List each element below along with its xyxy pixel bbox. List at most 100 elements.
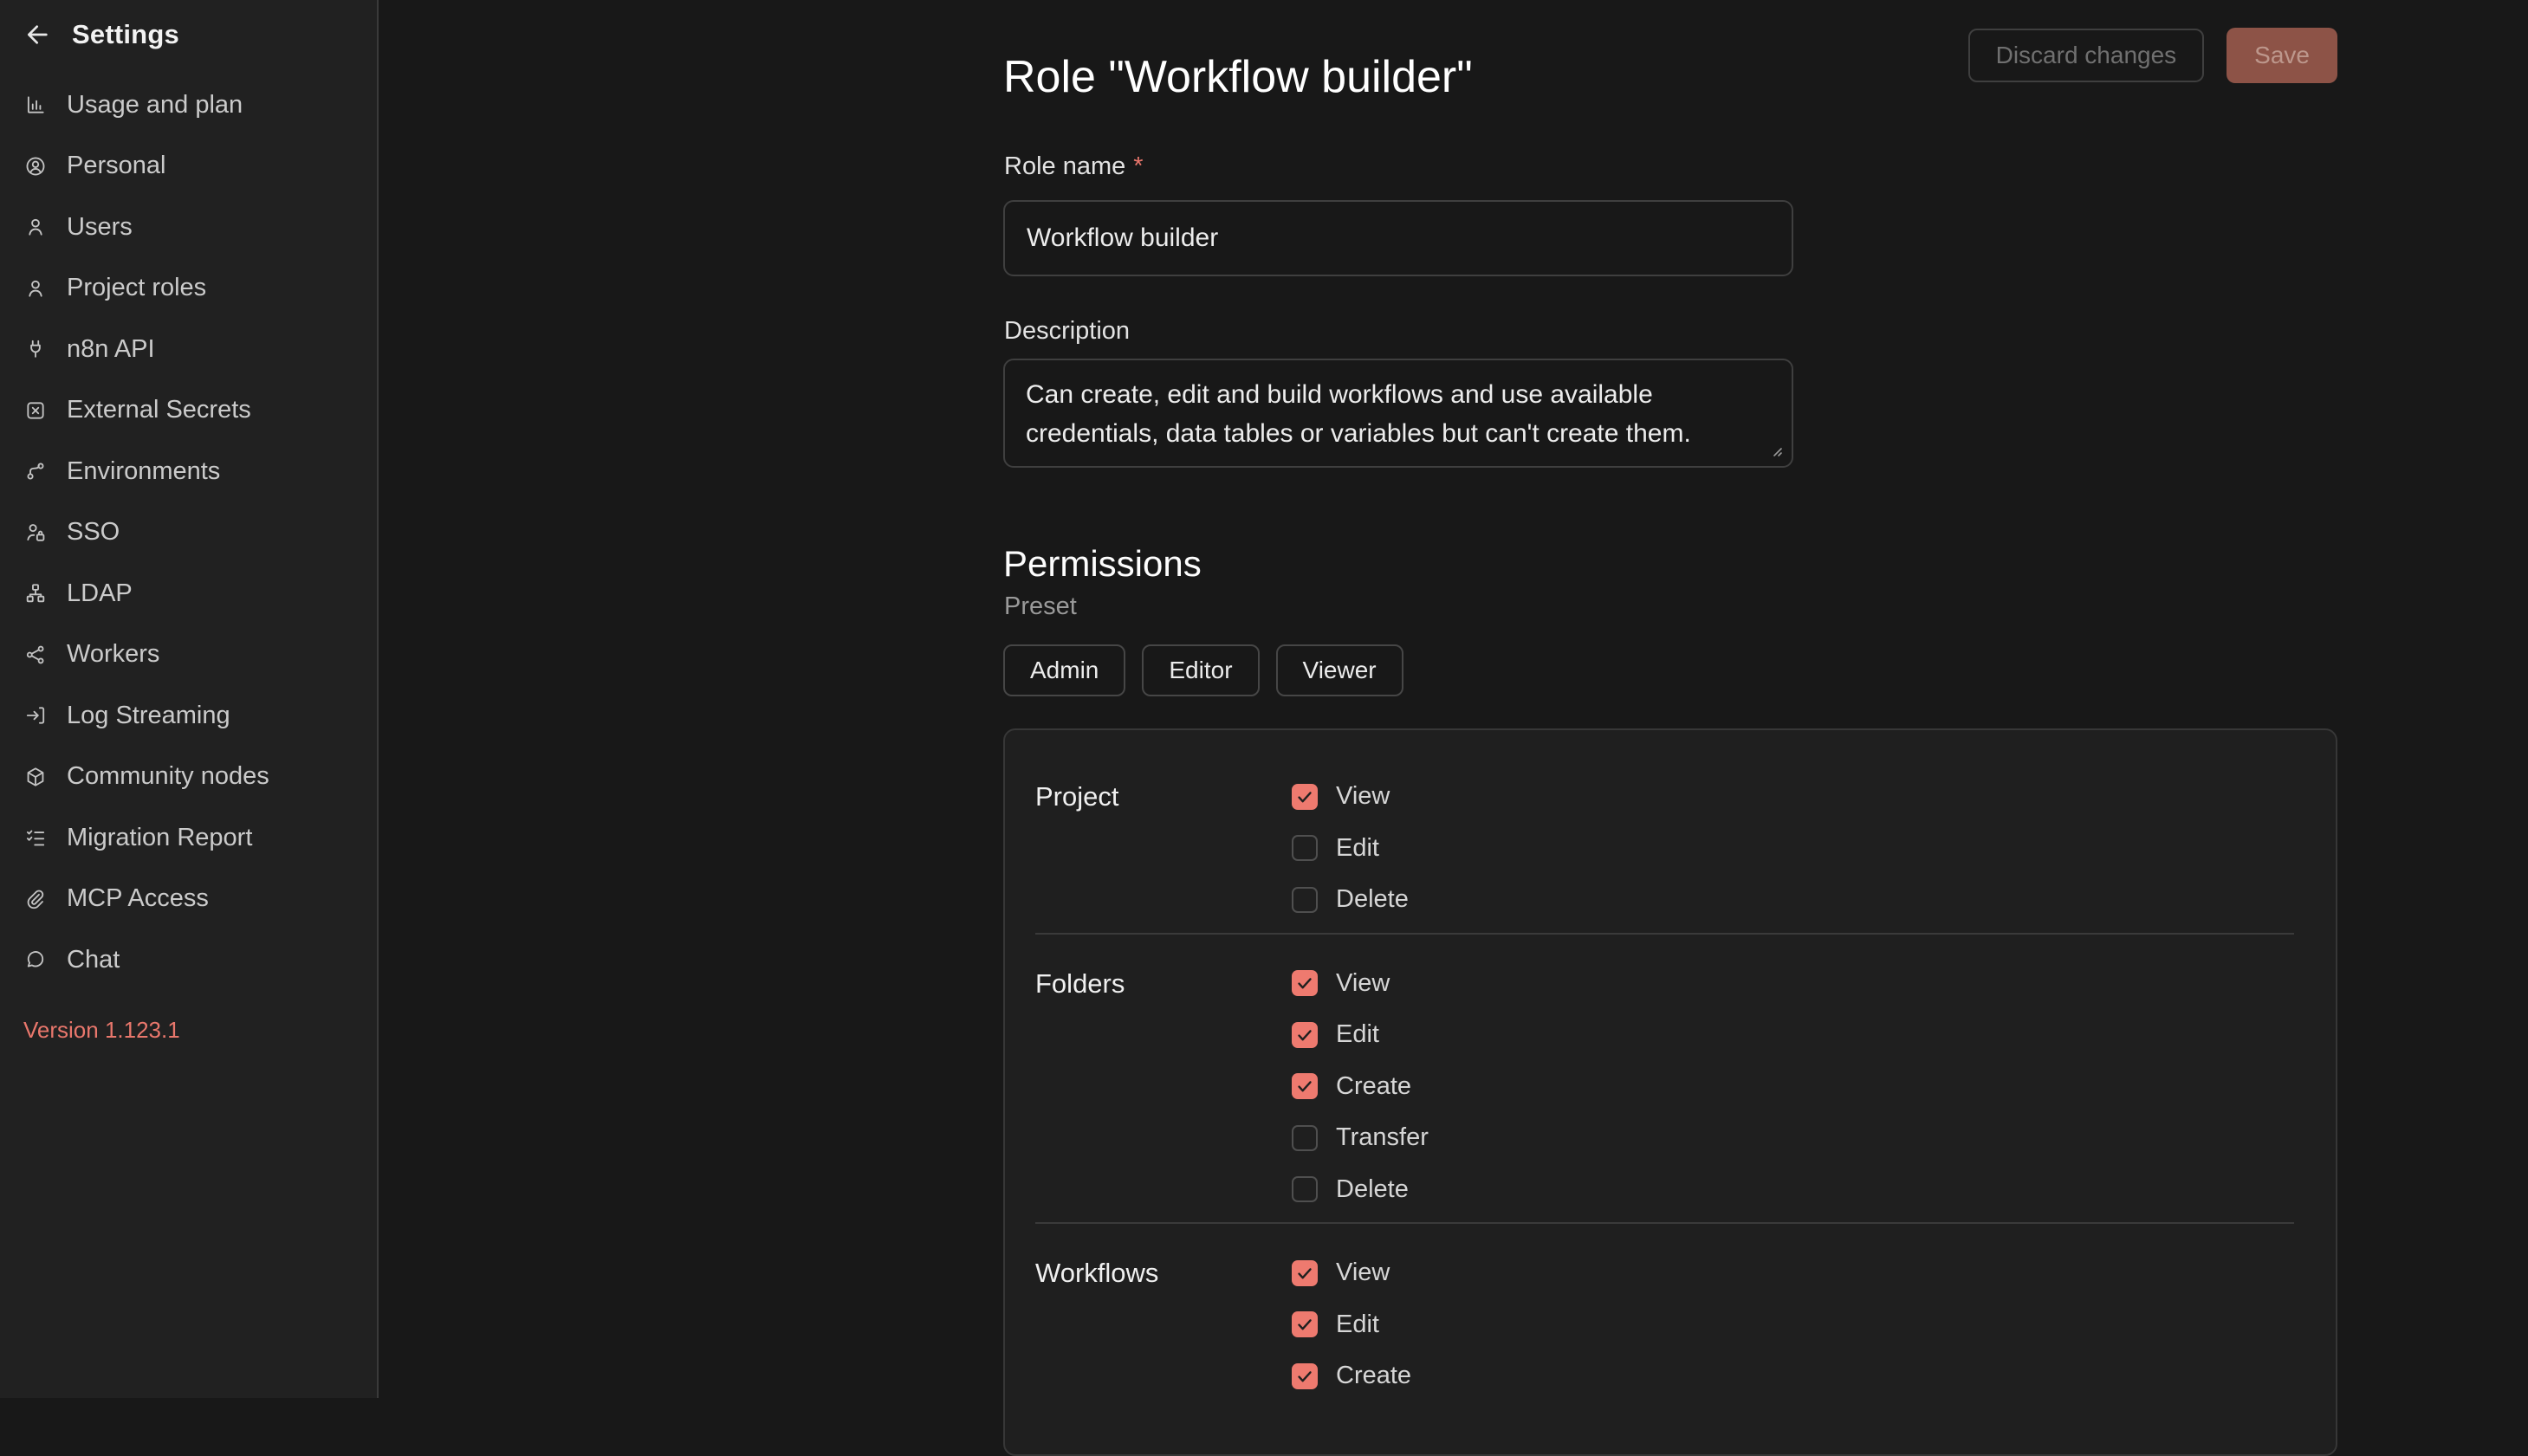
permission-row-folders-delete[interactable]: Delete	[1292, 1164, 2294, 1216]
back-arrow-icon[interactable]	[24, 21, 52, 49]
permission-group-folders: Folders View Edit Create Transfer Delete	[1035, 935, 2294, 1225]
permission-row-project-delete[interactable]: Delete	[1292, 874, 2294, 926]
checkbox-checked[interactable]	[1292, 1260, 1318, 1286]
sidebar-item-label: SSO	[67, 518, 120, 547]
workers-icon	[24, 644, 47, 666]
permission-label: View	[1336, 782, 1390, 811]
community-nodes-icon	[24, 766, 47, 788]
external-secrets-icon	[24, 399, 47, 422]
checkbox-unchecked[interactable]	[1292, 835, 1318, 861]
permissions-heading: Permissions	[1003, 543, 1202, 585]
checkmark-icon	[1294, 786, 1315, 807]
checkbox-unchecked[interactable]	[1292, 1125, 1318, 1151]
permission-group-project: Project View Edit Delete	[1035, 771, 2294, 935]
required-asterisk: *	[1133, 152, 1143, 180]
checkbox-checked[interactable]	[1292, 1363, 1318, 1389]
permission-row-folders-view[interactable]: View	[1292, 958, 2294, 1010]
project-roles-icon	[24, 277, 47, 300]
discard-changes-button[interactable]: Discard changes	[1968, 29, 2205, 82]
log-streaming-icon	[24, 704, 47, 727]
sidebar-item-label: Project roles	[67, 274, 206, 302]
checkbox-checked[interactable]	[1292, 1311, 1318, 1337]
version-text: Version 1.123.1	[23, 1017, 180, 1044]
sidebar-item-label: MCP Access	[67, 884, 209, 913]
role-name-label: Role name*	[1004, 152, 1144, 181]
settings-title: Settings	[72, 19, 179, 50]
checkbox-unchecked[interactable]	[1292, 1176, 1318, 1202]
checkmark-icon	[1294, 1314, 1315, 1335]
sidebar-item-label: n8n API	[67, 335, 155, 364]
permission-row-workflows-create[interactable]: Create	[1292, 1350, 2294, 1402]
preset-button-editor[interactable]: Editor	[1142, 644, 1259, 696]
permission-rows: View Edit Create	[1292, 1247, 2294, 1402]
sidebar-item-external-secrets[interactable]: External Secrets	[0, 380, 377, 442]
settings-sidebar: Settings Usage and planPersonal Users Proj…	[0, 0, 379, 1398]
sidebar-item-sso[interactable]: SSO	[0, 502, 377, 564]
personal-icon	[24, 155, 47, 178]
page-title: Role "Workflow builder"	[1003, 51, 1473, 103]
checkmark-icon	[1294, 1076, 1315, 1097]
api-plug-icon	[24, 338, 47, 360]
sidebar-item-community-nodes[interactable]: Community nodes	[0, 747, 377, 808]
permission-rows: View Edit Delete	[1292, 771, 2294, 926]
sidebar-item-project-roles[interactable]: Project roles	[0, 258, 377, 320]
permission-row-folders-create[interactable]: Create	[1292, 1061, 2294, 1113]
permission-group-label: Workflows	[1035, 1247, 1292, 1402]
users-icon	[24, 216, 47, 238]
permission-label: Transfer	[1336, 1123, 1429, 1152]
sidebar-item-label: Community nodes	[67, 762, 269, 791]
sidebar-item-label: Environments	[67, 457, 220, 486]
permission-row-workflows-view[interactable]: View	[1292, 1247, 2294, 1299]
permission-label: Delete	[1336, 885, 1409, 914]
sidebar-item-users[interactable]: Users	[0, 197, 377, 258]
permission-label: Edit	[1336, 834, 1379, 863]
checkbox-checked[interactable]	[1292, 970, 1318, 996]
checkmark-icon	[1294, 1025, 1315, 1045]
save-button[interactable]: Save	[2227, 28, 2337, 83]
environments-icon	[24, 460, 47, 482]
settings-back-header[interactable]: Settings	[24, 19, 179, 50]
sidebar-item-personal[interactable]: Personal	[0, 136, 377, 197]
checkbox-checked[interactable]	[1292, 1022, 1318, 1048]
permission-row-folders-transfer[interactable]: Transfer	[1292, 1112, 2294, 1164]
sidebar-item-environments[interactable]: Environments	[0, 441, 377, 502]
header-actions: Discard changes Save	[1968, 28, 2337, 83]
preset-label: Preset	[1004, 592, 1077, 621]
permission-group-label: Project	[1035, 771, 1292, 926]
permission-row-project-edit[interactable]: Edit	[1292, 823, 2294, 875]
permission-group-label: Folders	[1035, 958, 1292, 1216]
sso-icon	[24, 521, 47, 544]
permission-label: Edit	[1336, 1020, 1379, 1049]
permission-label: Create	[1336, 1072, 1411, 1101]
permission-label: View	[1336, 969, 1390, 998]
preset-buttons: Admin Editor Viewer	[1003, 644, 1403, 696]
migration-report-icon	[24, 826, 47, 849]
sidebar-item-label: Migration Report	[67, 824, 252, 852]
sidebar-item-label: Workers	[67, 640, 159, 669]
sidebar-item-workers[interactable]: Workers	[0, 624, 377, 686]
checkbox-unchecked[interactable]	[1292, 887, 1318, 913]
role-name-input[interactable]	[1003, 200, 1793, 276]
sidebar-item-ldap[interactable]: LDAP	[0, 563, 377, 624]
sidebar-item-chat[interactable]: Chat	[0, 929, 377, 991]
mcp-access-icon	[24, 888, 47, 910]
checkbox-checked[interactable]	[1292, 1073, 1318, 1099]
description-textarea[interactable]: Can create, edit and build workflows and…	[1003, 359, 1793, 468]
permission-label: Edit	[1336, 1310, 1379, 1339]
sidebar-item-migration-report[interactable]: Migration Report	[0, 807, 377, 869]
preset-button-viewer[interactable]: Viewer	[1276, 644, 1403, 696]
settings-nav: Usage and planPersonal Users Project roles…	[0, 74, 377, 991]
sidebar-item-mcp-access[interactable]: MCP Access	[0, 869, 377, 930]
permission-row-folders-edit[interactable]: Edit	[1292, 1009, 2294, 1061]
chat-icon	[24, 948, 47, 971]
permission-row-workflows-edit[interactable]: Edit	[1292, 1299, 2294, 1351]
preset-button-admin[interactable]: Admin	[1003, 644, 1125, 696]
checkbox-checked[interactable]	[1292, 784, 1318, 810]
permission-row-project-view[interactable]: View	[1292, 771, 2294, 823]
sidebar-item-label: Users	[67, 213, 133, 242]
sidebar-item-log-streaming[interactable]: Log Streaming	[0, 685, 377, 747]
checkmark-icon	[1294, 973, 1315, 993]
sidebar-item-n8n-api[interactable]: n8n API	[0, 319, 377, 380]
sidebar-item-usage-and-plan[interactable]: Usage and plan	[0, 74, 377, 136]
sidebar-item-label: External Secrets	[67, 396, 251, 424]
